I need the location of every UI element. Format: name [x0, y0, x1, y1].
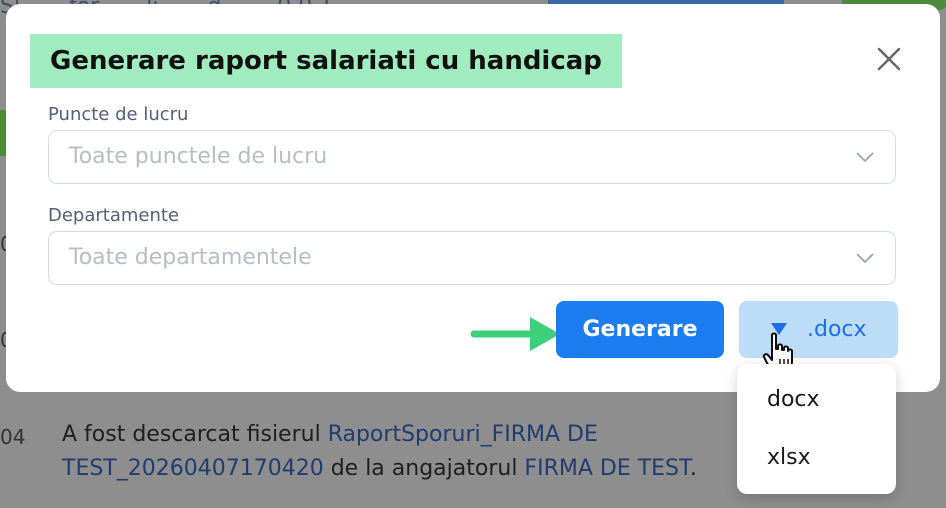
generate-button[interactable]: Generare: [556, 301, 724, 358]
chevron-down-icon: [856, 152, 874, 163]
work-points-label: Puncte de lucru: [48, 104, 189, 125]
format-menu: docx xlsx: [737, 364, 896, 494]
arrow-right-icon: [470, 317, 560, 351]
log-text-before: A fost descarcat fisierul: [62, 422, 328, 447]
format-option-xlsx[interactable]: xlsx: [737, 432, 896, 484]
format-option-docx[interactable]: docx: [737, 374, 896, 426]
chevron-down-icon: [856, 253, 874, 264]
employer-link[interactable]: FIRMA DE TEST: [524, 456, 689, 481]
departments-label: Departamente: [48, 205, 180, 226]
report-modal: Generare raport salariati cu handicap Pu…: [6, 4, 940, 392]
work-points-select[interactable]: Toate punctele de lucru: [48, 130, 896, 184]
modal-title: Generare raport salariati cu handicap: [30, 34, 622, 88]
log-row-text: A fost descarcat fisierul RaportSporuri_…: [62, 418, 762, 486]
close-icon: [877, 47, 901, 71]
departments-select[interactable]: Toate departamentele: [48, 231, 896, 285]
log-text-after: .: [689, 456, 697, 481]
format-label: .docx: [807, 317, 867, 342]
close-button[interactable]: [872, 42, 906, 76]
departments-placeholder: Toate departamentele: [69, 245, 312, 270]
work-points-placeholder: Toate punctele de lucru: [69, 144, 328, 169]
log-text-middle: de la angajatorul: [323, 456, 525, 481]
log-row-number: 04: [0, 425, 26, 449]
